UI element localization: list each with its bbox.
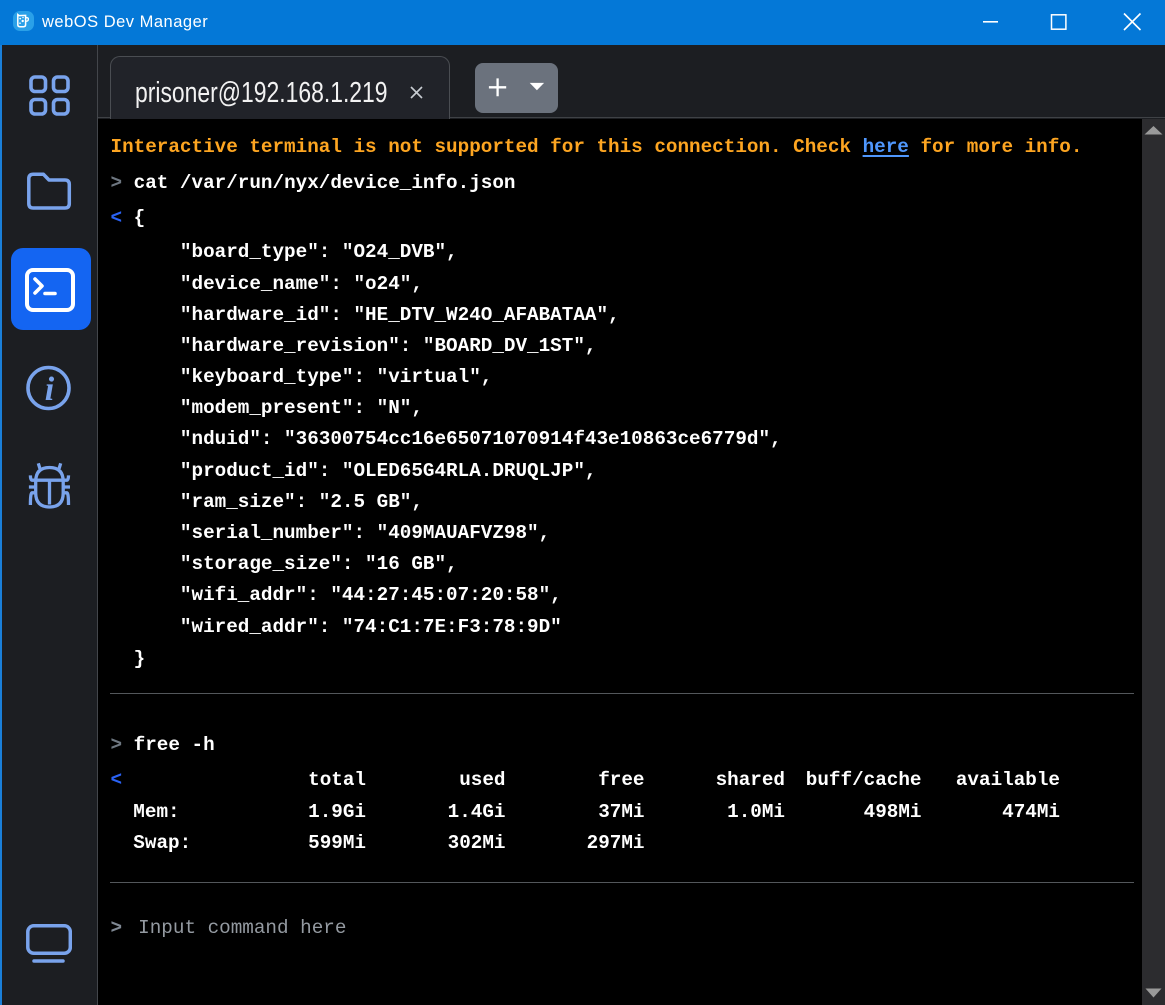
svg-text:i: i — [45, 371, 55, 408]
